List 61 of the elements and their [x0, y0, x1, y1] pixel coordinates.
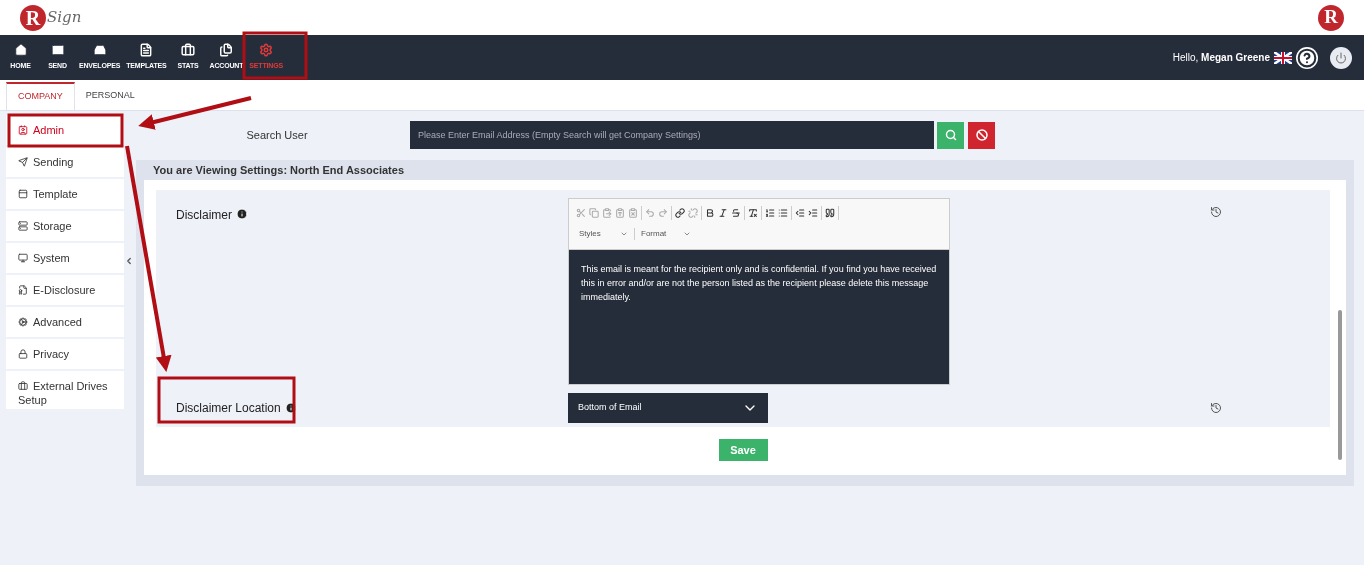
monitor-icon — [18, 253, 28, 263]
highlight-frame — [242, 31, 308, 80]
app-logo[interactable]: R Sign — [20, 4, 82, 31]
location-dropdown[interactable]: Bottom of Email — [568, 393, 768, 423]
style-dropdown[interactable]: Styles — [573, 228, 635, 240]
strikethrough-icon[interactable] — [731, 208, 741, 218]
info-icon[interactable] — [284, 402, 297, 414]
sidebar-item[interactable]: Sending — [6, 147, 124, 177]
ban-icon — [975, 129, 988, 141]
lock-icon — [18, 349, 28, 359]
panel-title: You are Viewing Settings: North End Associates — [152, 163, 405, 178]
envelope-icon — [50, 43, 65, 58]
home-icon — [13, 43, 28, 58]
field-label: Disclaimer — [176, 207, 232, 224]
field-label: Disclaimer Location — [176, 400, 281, 417]
power-button[interactable] — [1330, 46, 1352, 69]
clear-format-icon[interactable] — [748, 208, 758, 218]
window-icon — [18, 189, 28, 199]
numbered-list-icon[interactable] — [765, 208, 775, 218]
help-button[interactable] — [1296, 46, 1318, 69]
greeting-text: Hello, Megan Greene — [1172, 51, 1270, 65]
flag-icon[interactable] — [1274, 51, 1292, 64]
scrollbar[interactable] — [1338, 310, 1342, 460]
link-icon[interactable] — [675, 208, 685, 218]
collapse-icon[interactable] — [124, 256, 134, 266]
caret-icon — [620, 230, 628, 238]
sidebar-item[interactable]: Template — [6, 179, 124, 209]
sidebar-item[interactable]: System — [6, 243, 124, 273]
sidebar-item[interactable]: Privacy — [6, 339, 124, 369]
disclaimer-text: This email is meant for the recipient only and is confidential. If you find you have received this in error and/or are not the person listed as the recipient please delete this message immediately. — [581, 263, 937, 304]
history-icon[interactable] — [1210, 206, 1222, 218]
briefcase-icon — [181, 43, 195, 58]
style-dropdown[interactable]: Format — [635, 228, 697, 240]
sidebar-item[interactable]: External Drives Setup — [6, 371, 124, 409]
history-icon[interactable] — [1210, 402, 1222, 414]
info-icon[interactable] — [236, 208, 248, 220]
paper-plane-icon — [18, 157, 28, 167]
email-search-field[interactable]: Please Enter Email Address (Empty Search will get Company Settings) — [410, 121, 934, 149]
sidebar-item[interactable]: E-Disclosure — [6, 275, 124, 305]
power-icon — [1335, 51, 1347, 64]
question-mark-icon — [1297, 47, 1317, 68]
search-label: Search User — [245, 127, 309, 143]
brand-mark[interactable]: R — [1318, 4, 1344, 31]
italic-icon[interactable] — [718, 208, 728, 218]
clear-button[interactable] — [968, 121, 995, 149]
indent-icon[interactable] — [808, 208, 818, 218]
sidebar-item[interactable]: Advanced — [6, 307, 124, 337]
quote-icon[interactable] — [825, 208, 835, 218]
section-tab[interactable]: COMPANY — [6, 82, 75, 110]
bold-icon[interactable] — [705, 208, 715, 218]
files-icon — [219, 43, 234, 58]
section-tab[interactable]: PERSONAL — [74, 82, 146, 110]
server-icon — [18, 221, 28, 231]
contact-card-icon — [18, 125, 28, 135]
rich-text-editor[interactable] — [568, 198, 950, 385]
sidebar-item[interactable]: Storage — [6, 211, 124, 241]
outdent-icon[interactable] — [795, 208, 805, 218]
gear-icon — [259, 43, 274, 58]
search-icon — [944, 129, 957, 141]
caret-icon — [683, 230, 691, 238]
briefcase-icon — [18, 381, 28, 391]
